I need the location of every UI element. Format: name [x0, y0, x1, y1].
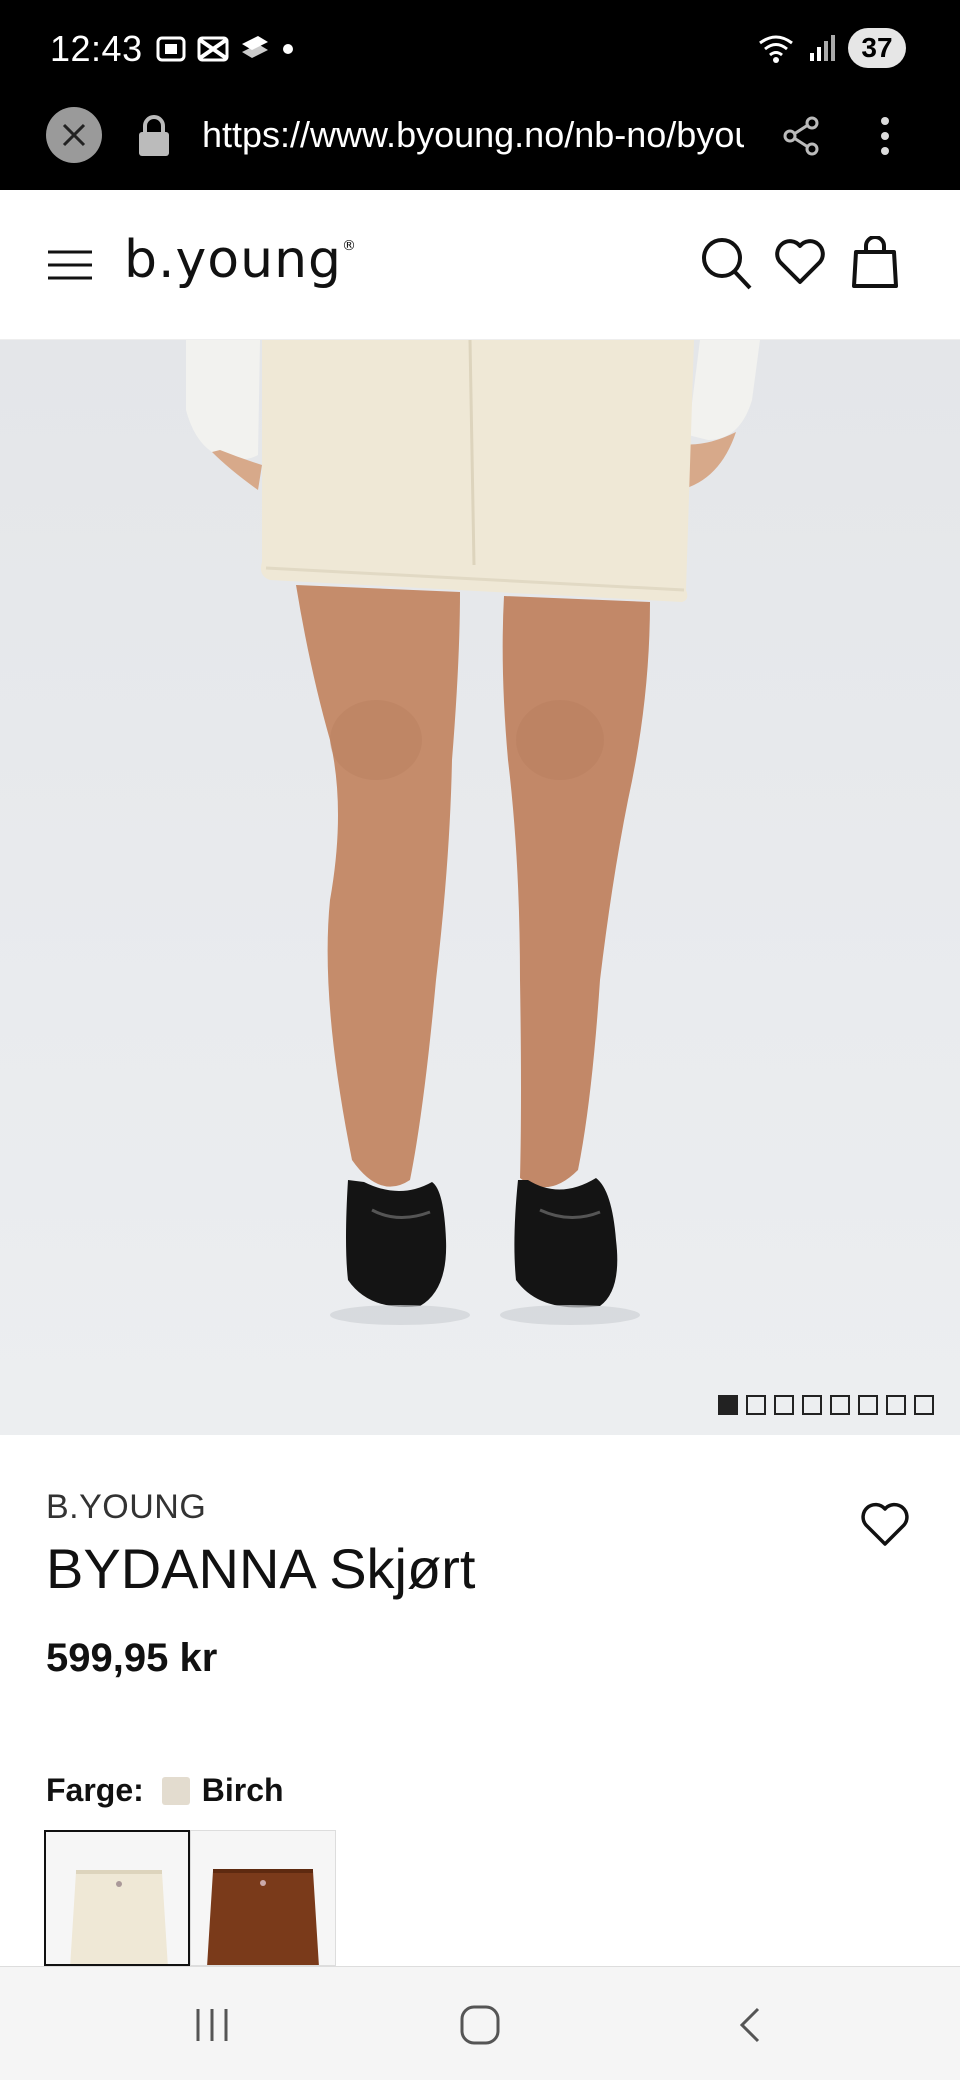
- color-variant-brown[interactable]: [190, 1830, 336, 1966]
- url-field[interactable]: https://www.byoung.no/nb-no/byoung/bydan…: [202, 114, 744, 156]
- wishlist-icon[interactable]: [774, 236, 826, 288]
- shopping-bag-icon[interactable]: [850, 236, 900, 290]
- logo-mark: ®: [342, 238, 358, 254]
- color-variant-birch[interactable]: [44, 1830, 190, 1966]
- browser-toolbar: https://www.byoung.no/nb-no/byoung/bydan…: [0, 100, 960, 190]
- color-swatch: [161, 1776, 190, 1805]
- pagination-dot[interactable]: [774, 1395, 794, 1415]
- skirt-thumbnail: [207, 1869, 319, 1965]
- close-icon: [62, 123, 86, 147]
- product-image[interactable]: [0, 340, 960, 1435]
- hamburger-menu-icon[interactable]: [46, 248, 94, 282]
- battery-indicator: 37: [848, 28, 906, 68]
- pagination-dot[interactable]: [914, 1395, 934, 1415]
- status-time: 12:43: [50, 28, 143, 69]
- site-header: b.young®: [0, 190, 960, 340]
- image-pagination: [718, 1395, 934, 1415]
- recent-apps-icon[interactable]: [192, 2005, 232, 2045]
- skirt-thumbnail: [70, 1870, 168, 1964]
- logo-text: b.young: [124, 230, 343, 290]
- product-photo: [186, 340, 760, 1325]
- more-options-icon[interactable]: [880, 114, 890, 158]
- share-icon[interactable]: [780, 114, 824, 158]
- pagination-dot[interactable]: [858, 1395, 878, 1415]
- app-icon: [242, 36, 268, 58]
- notification-icons: [154, 32, 296, 66]
- add-to-wishlist-icon[interactable]: [860, 1500, 910, 1550]
- color-value: Birch: [201, 1772, 284, 1808]
- dot-icon: [283, 44, 293, 54]
- pagination-dot[interactable]: [830, 1395, 850, 1415]
- status-bar: 12:43 37: [0, 0, 960, 100]
- product-title: BYDANNA Skjørt: [46, 1537, 476, 1600]
- color-label: Farge:: [46, 1772, 144, 1808]
- wifi-icon: [759, 35, 793, 63]
- signal-icon: [810, 35, 835, 61]
- pagination-dot[interactable]: [802, 1395, 822, 1415]
- pagination-dot[interactable]: [886, 1395, 906, 1415]
- status-right: 37: [756, 28, 906, 68]
- capcut-icon: [197, 36, 229, 62]
- close-tab-button[interactable]: [46, 107, 102, 163]
- product-price: 599,95 kr: [46, 1636, 218, 1680]
- back-icon[interactable]: [730, 2005, 770, 2045]
- home-icon[interactable]: [458, 2005, 502, 2045]
- screenshot-icon: [156, 36, 186, 62]
- system-navigation-bar: [0, 1966, 960, 2080]
- pagination-dot[interactable]: [718, 1395, 738, 1415]
- search-icon[interactable]: [700, 236, 754, 292]
- lock-icon[interactable]: [136, 114, 172, 158]
- product-brand[interactable]: B.YOUNG: [46, 1488, 206, 1527]
- pagination-dot[interactable]: [746, 1395, 766, 1415]
- site-logo[interactable]: b.young®: [124, 230, 357, 290]
- color-selector-label: Farge: Birch: [46, 1772, 284, 1809]
